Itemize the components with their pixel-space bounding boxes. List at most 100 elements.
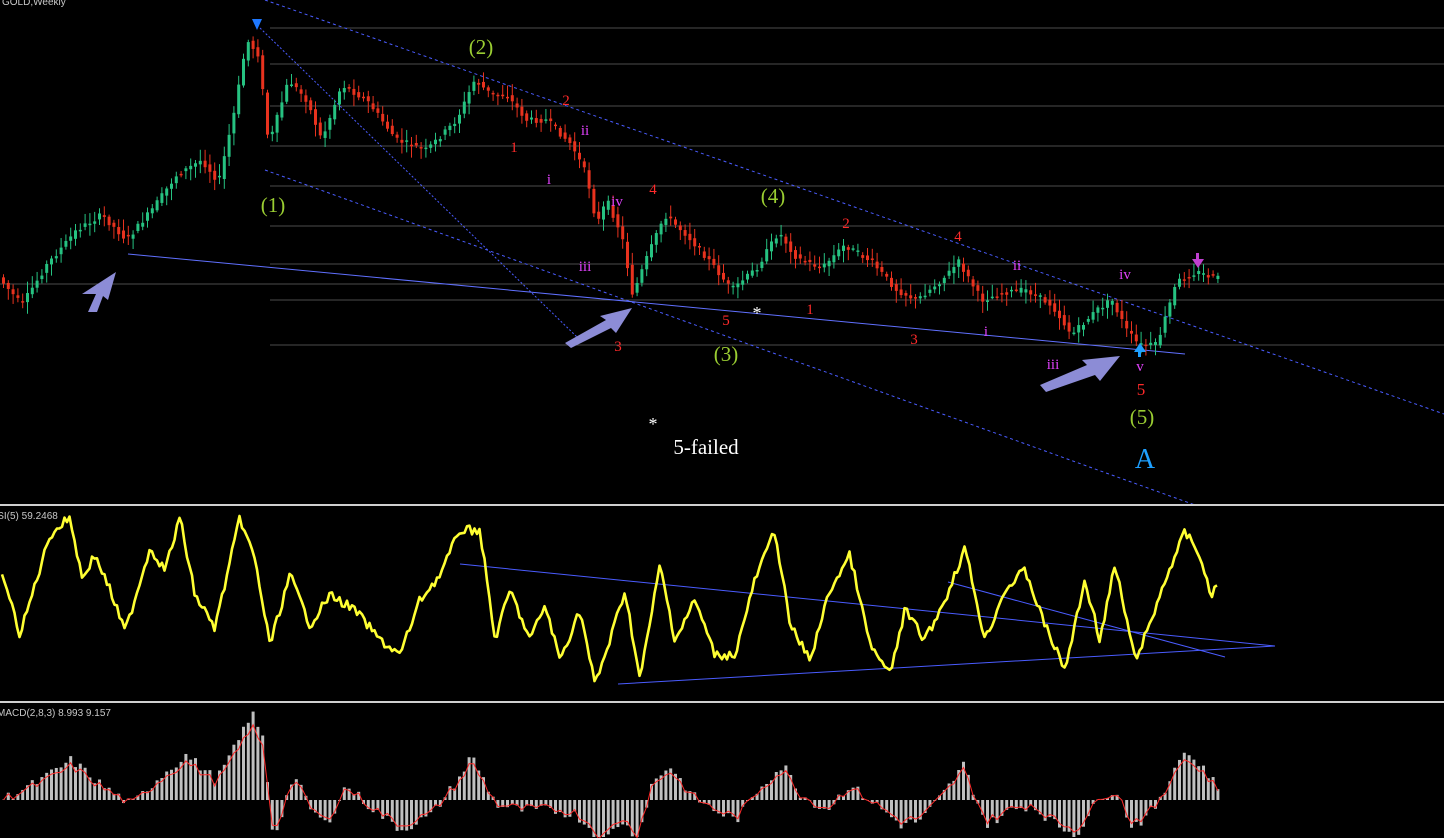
- candle-body: [515, 103, 519, 108]
- candle-body: [794, 250, 797, 259]
- candle-body: [582, 161, 586, 168]
- wave-label-minute-iii: iii: [1047, 357, 1060, 373]
- candle-body: [150, 208, 154, 214]
- candle-body: [880, 266, 884, 272]
- candle-body: [842, 245, 845, 251]
- candle-body: [818, 266, 821, 269]
- candle-body: [261, 55, 265, 90]
- candle-body: [438, 139, 442, 142]
- candle-body: [237, 84, 241, 115]
- candle-body: [530, 117, 533, 120]
- candle-body: [59, 247, 63, 255]
- candle-body: [1072, 332, 1076, 335]
- candle-body: [405, 140, 409, 142]
- candle-body: [395, 134, 399, 138]
- candle-body: [774, 238, 778, 244]
- wave-label-minute-ii: ii: [581, 123, 589, 139]
- candle-body: [1125, 320, 1129, 329]
- candle-body: [366, 96, 370, 102]
- candle-body: [650, 244, 653, 258]
- wave-label-minor-2: 2: [842, 216, 850, 232]
- candle-body: [746, 273, 749, 280]
- macd-bar: [602, 800, 605, 837]
- candle-body: [866, 255, 869, 261]
- wave-label-primary-4: (4): [761, 184, 786, 208]
- rsi-label: RSI(5) 59.2468: [0, 511, 58, 522]
- candle-body: [1173, 287, 1177, 306]
- candle-body: [1144, 344, 1148, 347]
- candle-body: [1110, 300, 1114, 305]
- candle-body: [1101, 307, 1105, 310]
- candle-body: [971, 279, 975, 287]
- candle-body: [280, 102, 284, 118]
- candle-body: [674, 219, 677, 225]
- wave-label-primary-1: (1): [261, 193, 286, 217]
- candle-body: [21, 301, 25, 303]
- pane-separator[interactable]: [0, 504, 1444, 506]
- candle-body: [1010, 289, 1013, 292]
- candle-body: [491, 92, 495, 95]
- candle-body: [981, 293, 985, 302]
- candle-body: [1134, 334, 1138, 342]
- candle-body: [2, 277, 5, 284]
- candle-body: [702, 251, 706, 258]
- pane-separator[interactable]: [0, 701, 1444, 703]
- candle-body: [1014, 289, 1018, 292]
- candle-body: [635, 283, 639, 293]
- candle-body: [1043, 297, 1047, 303]
- candle-body: [520, 106, 524, 116]
- candle-body: [304, 95, 308, 102]
- chart-window[interactable]: (1) (2) (3) (4) (5) 1 2 3 4 5 1 2 3 4 5 …: [0, 0, 1444, 838]
- candle-body: [890, 277, 893, 287]
- candle-body: [170, 183, 173, 189]
- candle-body: [736, 283, 740, 288]
- candle-body: [26, 293, 29, 303]
- candle-body: [78, 229, 82, 232]
- candle-body: [1120, 310, 1124, 319]
- candle-body: [621, 226, 625, 240]
- candle-body: [938, 284, 941, 287]
- candle-body: [1178, 278, 1181, 287]
- candle-body: [64, 240, 68, 247]
- candle-body: [1192, 275, 1196, 277]
- candle-body: [549, 118, 553, 122]
- candle-body: [568, 137, 572, 144]
- candle-body: [102, 215, 106, 217]
- candle-body: [534, 118, 538, 123]
- candle-body: [760, 261, 764, 268]
- candle-body: [827, 260, 831, 267]
- candle-body: [731, 285, 735, 288]
- candle-body: [357, 92, 361, 98]
- candle-body: [74, 230, 77, 239]
- candle-body: [539, 118, 543, 123]
- candle-body: [1077, 325, 1081, 333]
- candle-body: [918, 296, 922, 299]
- candle-body: [429, 144, 433, 148]
- candle-body: [35, 280, 39, 288]
- candle-body: [482, 81, 485, 88]
- candle-body: [1158, 334, 1162, 346]
- arrow-stem: [1138, 350, 1141, 357]
- candle-body: [486, 87, 490, 91]
- candle-body: [496, 94, 500, 97]
- candle-body: [1053, 303, 1057, 312]
- candle-body: [544, 119, 548, 121]
- candle-body: [93, 221, 97, 224]
- candle-body: [443, 129, 447, 135]
- macd-label: MACD(2,8,3) 8.993 9.157: [0, 708, 111, 719]
- candle-body: [923, 295, 927, 298]
- candle-body: [477, 82, 481, 85]
- candle-body: [789, 241, 793, 252]
- candle-body: [808, 259, 812, 263]
- candle-body: [995, 296, 999, 298]
- candle-body: [592, 188, 596, 214]
- candle-body: [203, 160, 207, 168]
- candle-body: [1115, 302, 1119, 313]
- candle-body: [136, 223, 140, 231]
- candle-body: [1005, 292, 1009, 295]
- chart-background: [0, 0, 1444, 838]
- candle-body: [616, 214, 620, 228]
- candle-body: [386, 121, 389, 129]
- candle-body: [904, 293, 908, 296]
- candle-body: [837, 249, 841, 257]
